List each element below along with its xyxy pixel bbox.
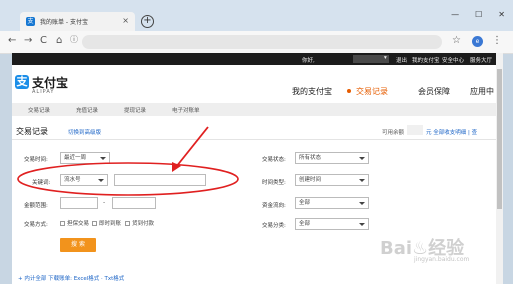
fund-flow-select[interactable]: 全部	[295, 197, 369, 209]
chevron-down-icon	[359, 202, 365, 205]
checkbox-icon	[125, 220, 130, 226]
fund-flow-label: 资金流向:	[262, 203, 286, 209]
checkbox-instant[interactable]: 即时到账	[92, 219, 121, 227]
balance-label: 可用余额	[382, 130, 405, 136]
keyword-type-select[interactable]: 流水号	[60, 174, 108, 186]
chevron-down-icon	[100, 157, 106, 160]
scrollbar[interactable]	[496, 53, 503, 284]
checkbox-icon	[92, 220, 97, 226]
chevron-down-icon	[359, 157, 365, 160]
trade-status-select[interactable]: 所有状态	[295, 152, 369, 164]
browser-tab[interactable]: 支 我的账单 - 支付宝 ×	[20, 12, 135, 31]
keyword-type-value: 流水号	[64, 177, 81, 183]
new-tab-button[interactable]: +	[141, 15, 154, 28]
top-utility-bar: 你好, ▾ 退出 我的支付宝 安全中心 服务大厅	[12, 53, 496, 65]
trade-method-label: 交易方式:	[24, 222, 48, 228]
amount-range-label: 金额范围:	[24, 203, 48, 209]
my-alipay-link[interactable]: 我的支付宝	[412, 56, 440, 64]
nav-member-protection[interactable]: 会员保障	[418, 86, 450, 97]
home-icon[interactable]: ⌂	[56, 36, 62, 46]
extension-icon[interactable]: e	[472, 36, 483, 47]
chevron-down-icon	[98, 179, 104, 182]
checkbox-cod[interactable]: 货到付款	[125, 219, 154, 227]
logout-link[interactable]: 退出	[396, 56, 407, 64]
time-type-select[interactable]: 创建时间	[295, 174, 369, 186]
subnav-e-statement[interactable]: 电子对账单	[172, 106, 200, 114]
chevron-down-icon	[359, 223, 365, 226]
checkbox-icon	[60, 220, 65, 226]
window-controls: — ☐ ✕	[451, 10, 505, 19]
site-info-icon[interactable]: ⓘ	[70, 35, 78, 45]
page-title: 交易记录	[16, 127, 48, 136]
subnav-withdraw-records[interactable]: 提现记录	[124, 106, 146, 114]
keyword-input[interactable]	[114, 174, 206, 186]
active-dot-icon	[347, 89, 351, 93]
sub-nav: 交易记录 充值记录 提现记录 电子对账单	[12, 103, 496, 116]
trade-time-value: 最近一周	[64, 155, 87, 161]
forward-icon[interactable]: →	[24, 36, 32, 46]
nav-my-alipay[interactable]: 我的支付宝	[292, 86, 332, 97]
site-header: 支 支付宝 ALIPAY 我的支付宝 交易记录 会员保障 应用中	[12, 65, 496, 103]
scroll-thumb[interactable]	[497, 69, 502, 209]
keyword-label: 关键词:	[32, 180, 51, 186]
security-center-link[interactable]: 安全中心	[442, 56, 464, 64]
switch-advanced-link[interactable]: 切换到高级版	[68, 128, 101, 136]
trade-category-value: 全部	[299, 221, 311, 227]
minimize-icon[interactable]: —	[451, 10, 459, 19]
bookmark-star-icon[interactable]: ☆	[452, 35, 461, 46]
service-hall-link[interactable]: 服务大厅	[470, 56, 492, 64]
amount-max-input[interactable]	[112, 197, 156, 209]
divider	[12, 139, 496, 140]
checkbox-guarantee[interactable]: 担保交易	[60, 219, 89, 227]
logo-subtext: ALIPAY	[32, 89, 55, 95]
browser-menu-icon[interactable]: ⋮	[492, 35, 502, 46]
amount-dash: -	[103, 199, 106, 206]
fund-flow-value: 全部	[299, 200, 311, 206]
tab-close-icon[interactable]: ×	[122, 16, 129, 25]
search-button[interactable]: 搜 索	[60, 238, 96, 252]
window-close-icon[interactable]: ✕	[498, 10, 505, 19]
alipay-logo-icon[interactable]: 支	[15, 75, 29, 89]
time-type-value: 创建时间	[299, 177, 322, 183]
checkbox-label: 货到付款	[132, 221, 155, 227]
nav-trade-records[interactable]: 交易记录	[356, 86, 388, 97]
trade-status-label: 交易状态:	[262, 157, 286, 163]
time-type-label: 时间类型:	[262, 180, 286, 186]
trade-category-select[interactable]: 全部	[295, 218, 369, 230]
reload-icon[interactable]: C	[40, 36, 47, 46]
trade-category-label: 交易分类:	[262, 223, 286, 229]
checkbox-label: 即时到账	[99, 221, 122, 227]
browser-toolbar: ← → C ⌂ ⓘ ☆ e ⋮	[0, 31, 513, 54]
tab-title: 我的账单 - 支付宝	[40, 19, 88, 26]
balance-links[interactable]: 元 全部收支明细 | 查	[426, 128, 477, 136]
browser-titlebar: 支 我的账单 - 支付宝 × + — ☐ ✕	[0, 0, 513, 31]
chevron-down-icon	[359, 179, 365, 182]
nav-apps[interactable]: 应用中	[470, 86, 494, 97]
trade-time-select[interactable]: 最近一周	[60, 152, 110, 164]
greeting-text: 你好,	[302, 58, 315, 64]
checkbox-label: 担保交易	[67, 221, 90, 227]
balance-value	[407, 125, 423, 135]
trade-status-value: 所有状态	[299, 155, 322, 161]
subnav-recharge-records[interactable]: 充值记录	[76, 106, 98, 114]
trade-time-label: 交易时间:	[24, 157, 48, 163]
user-dropdown-icon[interactable]: ▾	[384, 55, 387, 61]
back-icon[interactable]: ←	[8, 36, 16, 46]
amount-min-input[interactable]	[60, 197, 98, 209]
download-links[interactable]: + 内计全部 下载账单: Excel格式 · Txt格式	[18, 274, 124, 282]
address-bar[interactable]	[82, 35, 442, 49]
baidu-watermark-url: jingyan.baidu.com	[414, 256, 470, 263]
subnav-trade-records[interactable]: 交易记录	[28, 106, 50, 114]
maximize-icon[interactable]: ☐	[475, 10, 482, 19]
alipay-favicon-icon: 支	[26, 17, 35, 26]
